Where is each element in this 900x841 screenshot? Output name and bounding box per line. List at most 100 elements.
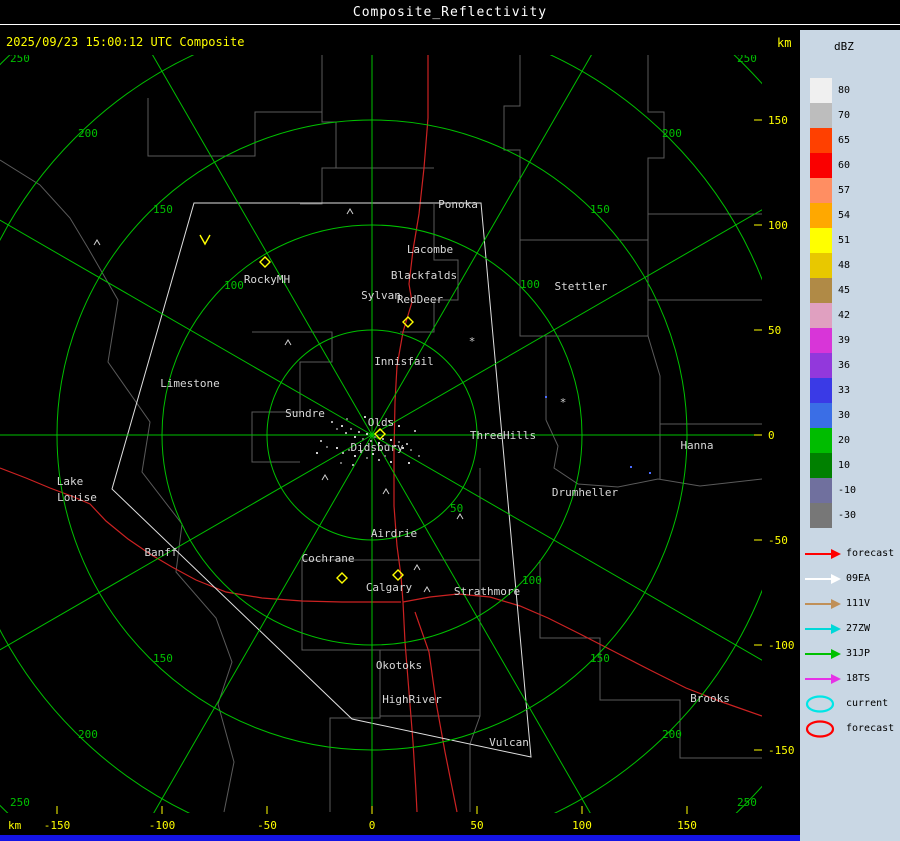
radar-echo — [354, 436, 356, 438]
city-label: Banff — [144, 546, 177, 559]
city-label: Blackfalds — [391, 269, 457, 282]
radar-echo — [340, 462, 342, 464]
right-axis-label: 0 — [768, 429, 775, 442]
scale-value: -30 — [838, 510, 857, 521]
scale-swatch — [810, 503, 832, 528]
radar-echo — [350, 428, 352, 430]
city-label: Limestone — [160, 377, 220, 390]
radar-echo — [374, 436, 376, 438]
current-position-ellipse-icon — [805, 694, 835, 713]
range-ring-label: 200 — [78, 728, 98, 741]
scale-swatch — [810, 453, 832, 478]
range-ring-label: 250 — [737, 52, 757, 65]
range-ring-label: 150 — [590, 203, 610, 216]
scale-swatch — [810, 478, 832, 503]
county-boundary — [87, 247, 235, 813]
storm-31jp-arrow-icon — [805, 648, 841, 659]
city-label: RedDeer — [397, 293, 444, 306]
radar-echo — [358, 431, 360, 433]
city-label: Drumheller — [552, 486, 619, 499]
scale-row: 57 — [810, 178, 856, 203]
range-spoke — [0, 219, 373, 436]
legend-row: 111V — [805, 591, 894, 616]
scale-row: 36 — [810, 353, 856, 378]
highway-line — [414, 611, 458, 813]
legend-row: 31JP — [805, 641, 894, 666]
county-boundary — [545, 419, 762, 488]
radar-echo — [418, 455, 420, 457]
scale-value: 33 — [838, 385, 851, 396]
title-bar: Composite_Reflectivity — [0, 0, 900, 25]
scale-swatch — [810, 128, 832, 153]
scale-row: 65 — [810, 128, 856, 153]
radar-echo — [384, 455, 386, 457]
right-axis-label: 50 — [768, 324, 781, 337]
right-axis-label: -100 — [768, 639, 795, 652]
scale-swatch — [810, 428, 832, 453]
town-caret-marker — [346, 208, 354, 215]
city-label: Cochrane — [302, 552, 355, 565]
legend-label: 27ZW — [846, 623, 871, 634]
county-boundary — [647, 213, 762, 240]
city-label: Calgary — [366, 581, 413, 594]
city-label: Louise — [57, 491, 97, 504]
storm-111v-arrow-icon — [805, 598, 841, 609]
scale-swatch — [810, 178, 832, 203]
colorbar-unit-label: dBZ — [834, 40, 854, 53]
scale-value: 36 — [838, 360, 851, 371]
radar-echo — [364, 416, 366, 418]
legend-row: current — [805, 691, 894, 716]
range-ring-label: 100 — [522, 574, 542, 587]
scale-row: 33 — [810, 378, 856, 403]
forecast-position-ellipse-icon — [805, 719, 835, 738]
legend-row: 27ZW — [805, 616, 894, 641]
color-scale: 80 70 65 60 57 54 51 48 45 42 39 36 33 30 20 10 -10 -30 — [810, 78, 856, 528]
radar-echo — [345, 432, 347, 434]
right-axis-label: 150 — [768, 114, 788, 127]
legend-row: 18TS — [805, 666, 894, 691]
scale-row: 54 — [810, 203, 856, 228]
radar-echo — [378, 459, 380, 461]
scale-value: 20 — [838, 435, 851, 446]
radar-echo — [342, 452, 344, 454]
city-label: Didsbury — [351, 441, 404, 454]
city-label: Strathmore — [454, 585, 520, 598]
radar-echo-weak — [545, 396, 547, 398]
radar-echo — [331, 421, 333, 423]
radar-echo-weak — [630, 466, 632, 468]
county-boundary — [503, 55, 521, 240]
scale-value: 42 — [838, 310, 851, 321]
range-ring-label: 250 — [737, 796, 757, 809]
city-label: ThreeHills — [470, 429, 536, 442]
county-boundary — [539, 560, 762, 759]
scale-value: 10 — [838, 460, 851, 471]
legend-label: 31JP — [846, 648, 871, 659]
radar-echo — [408, 462, 410, 464]
city-label: Sundre — [285, 407, 325, 420]
range-ring — [0, 55, 762, 813]
scale-value: 54 — [838, 210, 851, 221]
range-spoke — [371, 434, 762, 661]
scale-value: 39 — [838, 335, 851, 346]
scale-swatch — [810, 403, 832, 428]
radar-echo — [316, 452, 318, 454]
town-caret-marker — [413, 564, 421, 571]
storm-27zw-arrow-icon — [805, 623, 841, 634]
scale-value: 60 — [838, 160, 851, 171]
radar-echo — [390, 461, 392, 463]
city-label: Ponoka — [438, 198, 478, 211]
range-ring-label: 100 — [520, 278, 540, 291]
sidebar: dBZ 80 70 65 60 57 54 51 48 45 42 39 36 33 30 20 10 -10 -… — [800, 30, 900, 841]
scale-value: 65 — [838, 135, 851, 146]
radar-echo — [366, 457, 368, 459]
legend-label: 18TS — [846, 673, 871, 684]
legend: forecast 09EA 111V 27ZW 31JP 18TS current forec… — [805, 541, 894, 741]
radar-echo — [410, 449, 412, 451]
right-axis-label: -50 — [768, 534, 788, 547]
radar-map[interactable]: 250 200 150 100 250 200 150 100 50 100 150 200 250 15… — [0, 24, 800, 841]
legend-label: 111V — [846, 598, 871, 609]
city-label: Sylvan — [361, 289, 401, 302]
scale-swatch — [810, 203, 832, 228]
horizontal-scrollbar[interactable] — [0, 835, 800, 841]
city-label: Lake — [57, 475, 84, 488]
